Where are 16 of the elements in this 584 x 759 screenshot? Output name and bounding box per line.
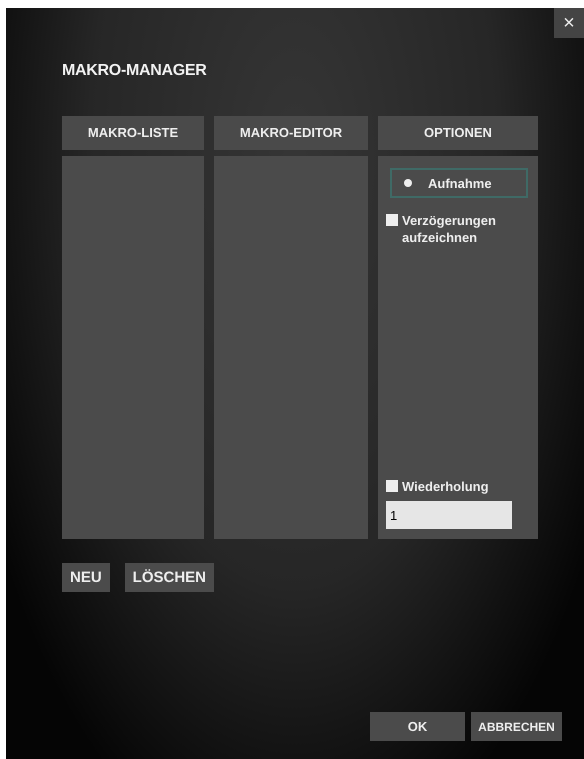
column-header: MAKRO-EDITOR <box>214 116 368 150</box>
checkbox-label: Wiederholung <box>402 478 489 495</box>
column-header: MAKRO-LISTE <box>62 116 204 150</box>
window-title: MAKRO-MANAGER <box>62 62 208 80</box>
dot-icon <box>404 179 412 187</box>
action-button[interactable]: LÖSCHEN <box>124 563 214 592</box>
input-field[interactable]: 1 <box>386 501 512 529</box>
dialog-button[interactable]: ABBRECHEN <box>471 712 562 741</box>
checkbox-label: Verzögerungen aufzeichnen <box>402 212 497 246</box>
close-button[interactable]: × <box>554 8 584 38</box>
column-header: OPTIONEN <box>378 116 538 150</box>
record-button[interactable]: Aufnahme <box>390 168 528 198</box>
action-button[interactable]: NEU <box>62 563 110 592</box>
dialog-button[interactable]: OK <box>370 712 465 741</box>
checkbox[interactable] <box>386 480 398 492</box>
checkbox[interactable] <box>386 214 398 226</box>
